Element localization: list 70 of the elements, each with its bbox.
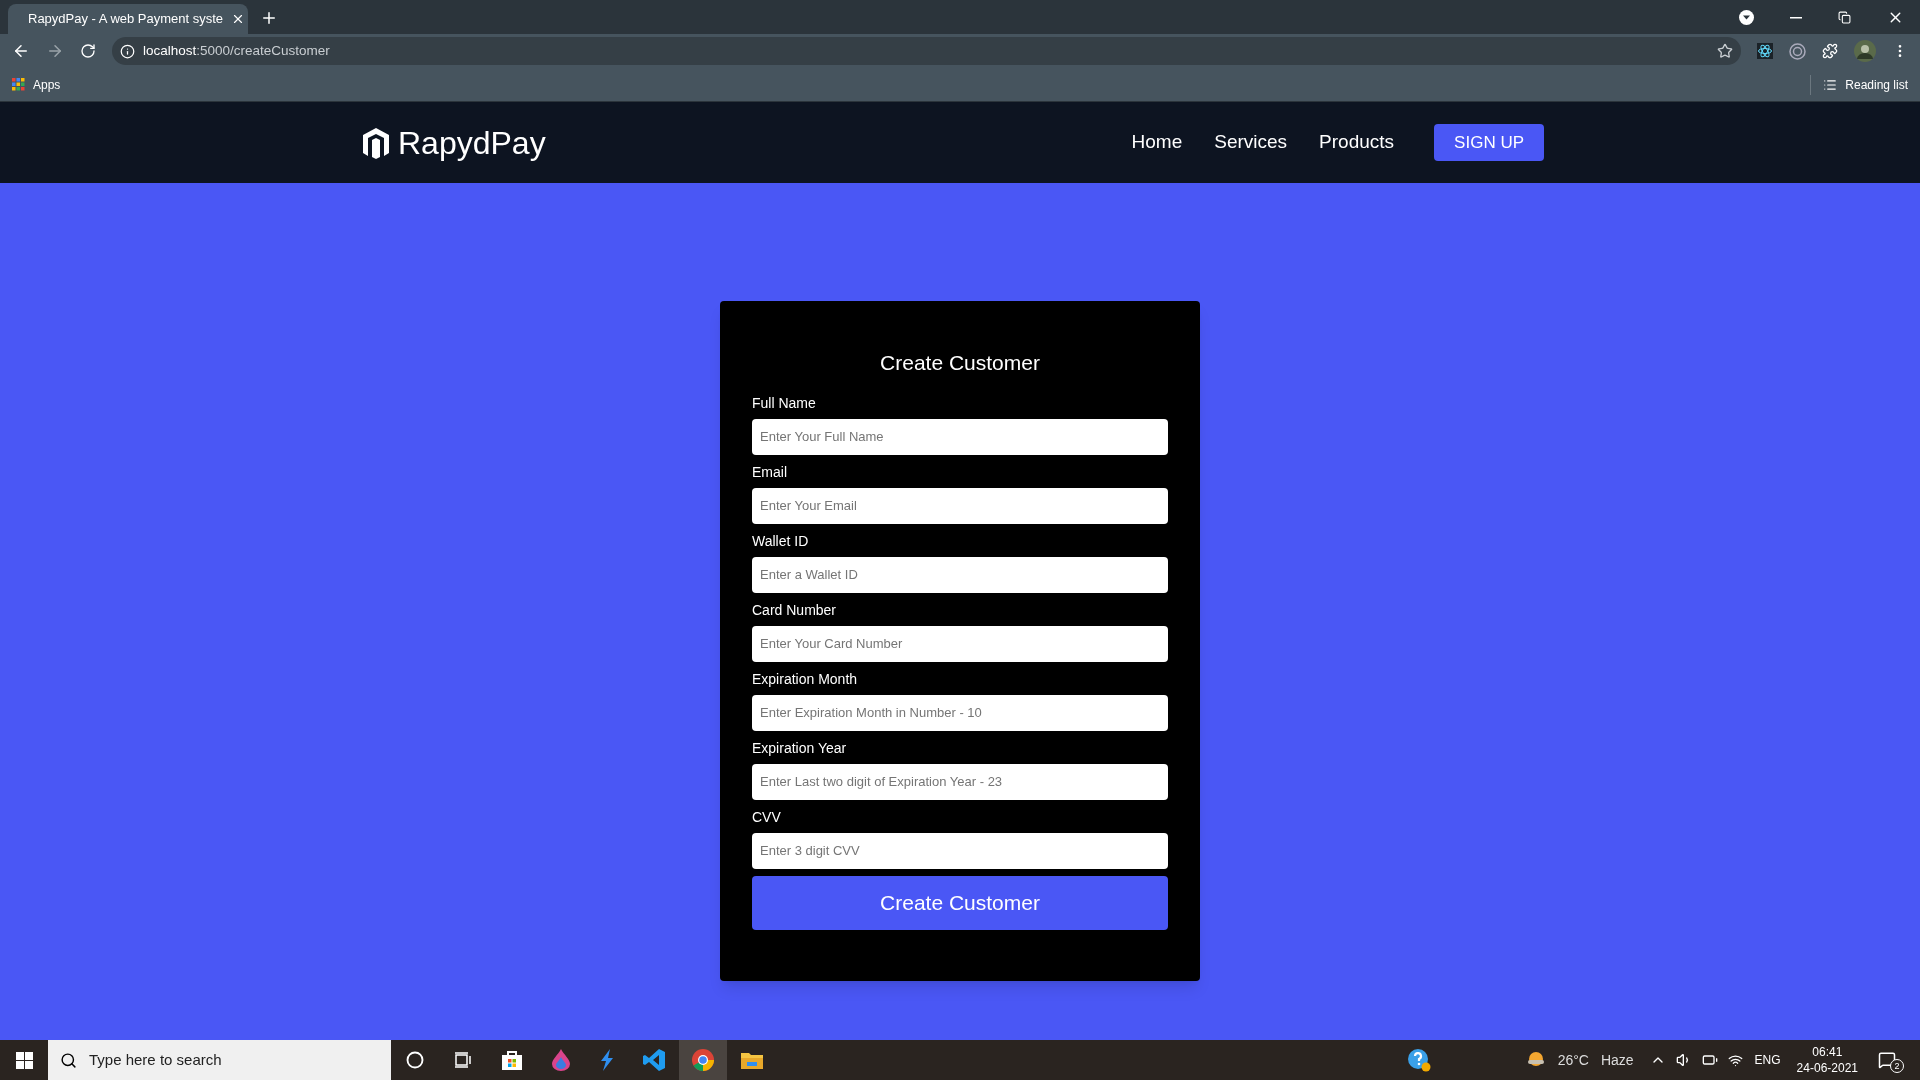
new-tab-button[interactable] [260, 9, 278, 27]
nav-link[interactable]: Home [1131, 128, 1183, 157]
dropdown-icon [1739, 10, 1754, 25]
list-icon [1823, 77, 1838, 92]
forward-button[interactable] [46, 42, 64, 60]
message-icon [1878, 1051, 1896, 1069]
avatar-icon[interactable] [1854, 40, 1876, 62]
search-placeholder: Type here to search [89, 1049, 222, 1070]
text-field[interactable]: Enter 3 digit CVV [752, 832, 1168, 869]
forward-arrow-icon [46, 42, 64, 60]
reload-button[interactable] [80, 43, 96, 59]
target-icon[interactable] [1789, 42, 1806, 60]
weather-condition-text: Haze [1600, 1050, 1634, 1070]
minimize-button[interactable] [1790, 16, 1802, 19]
field-label: Expiration Year [752, 738, 847, 758]
store-icon[interactable] [502, 1050, 522, 1070]
back-button[interactable] [12, 42, 30, 60]
minimize-icon [1790, 16, 1802, 19]
field-label: Email [752, 462, 787, 482]
field-label: Card Number [752, 600, 837, 620]
battery-icon[interactable] [1701, 1052, 1718, 1068]
task-view-icon[interactable] [454, 1052, 472, 1068]
nav-link[interactable]: Products [1319, 128, 1395, 157]
browser-icon[interactable] [692, 1049, 714, 1071]
folder-icon[interactable] [741, 1051, 763, 1069]
text-field[interactable]: Enter a Wallet ID [752, 556, 1168, 593]
nav-link[interactable]: Services [1214, 128, 1288, 157]
search-icon [60, 1051, 77, 1069]
help-icon[interactable] [1406, 1048, 1431, 1072]
bookmark-link[interactable]: Apps [12, 75, 61, 94]
taskbar-search-field[interactable]: Type here to search [48, 1040, 391, 1080]
extensions-button[interactable] [1822, 43, 1838, 59]
browser-tab[interactable]: RapydPay - A web Payment syste [8, 4, 248, 34]
sign-up-button[interactable]: SIGN UP [1434, 124, 1544, 161]
restore-icon [1838, 11, 1851, 24]
field-label: Wallet ID [752, 531, 809, 551]
clock[interactable]: 06:41 24-06-2021 [1792, 1044, 1862, 1076]
info-icon [120, 43, 135, 59]
field-label: CVV [752, 807, 781, 827]
create-customer-button[interactable]: Create Customer [752, 875, 1168, 930]
url-text: localhost:5000/createCustomer [143, 41, 330, 60]
circle-icon [406, 1051, 424, 1069]
form-title: Create Customer [879, 350, 1041, 376]
language-indicator[interactable]: ENG [1754, 1051, 1781, 1069]
address-bar[interactable]: localhost:5000/createCustomer [112, 37, 1741, 65]
atom-icon[interactable] [1757, 43, 1773, 59]
brand-logo[interactable]: RapydPay [362, 118, 546, 167]
bolt-icon[interactable] [600, 1049, 614, 1071]
code-editor-icon[interactable] [643, 1049, 665, 1071]
reading-list-link[interactable]: Reading list [1823, 75, 1908, 94]
text-field[interactable]: Enter Expiration Month in Number - 10 [752, 694, 1168, 731]
temperature-text: 26°C [1557, 1050, 1589, 1070]
wifi-icon[interactable] [1727, 1052, 1743, 1068]
logo-icon [362, 126, 390, 159]
text-field[interactable]: Enter Your Email [752, 487, 1168, 524]
apps-grid-icon [12, 78, 25, 91]
windows-logo-icon [15, 1051, 33, 1069]
tab-title: RapydPay - A web Payment syste [28, 10, 224, 29]
field-label: Full Name [752, 393, 816, 413]
field-label: Expiration Month [752, 669, 858, 689]
reload-icon [80, 43, 96, 59]
droplet-icon[interactable] [552, 1049, 570, 1071]
text-field[interactable]: Enter Your Full Name [752, 418, 1168, 455]
weather-icon [1525, 1051, 1546, 1069]
puzzle-icon [1822, 43, 1838, 59]
text-field[interactable]: Enter Last two digit of Expiration Year - 23 [752, 763, 1168, 800]
restore-button[interactable] [1838, 11, 1851, 24]
bookmark-star-icon [1717, 43, 1733, 59]
notifications-button[interactable]: 2 [1878, 1047, 1904, 1073]
text-field[interactable]: Enter Your Card Number [752, 625, 1168, 662]
